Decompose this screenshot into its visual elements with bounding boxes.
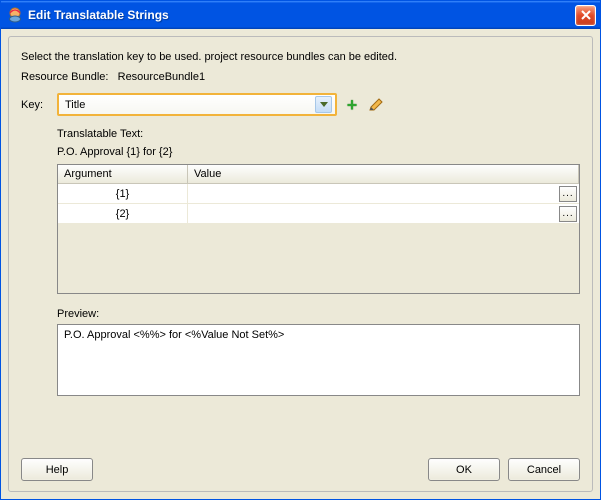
dialog-title: Edit Translatable Strings bbox=[28, 8, 575, 22]
edit-key-button[interactable] bbox=[367, 96, 385, 114]
preview-text: P.O. Approval <%%> for <%Value Not Set%> bbox=[64, 329, 284, 341]
cell-argument: {2} bbox=[58, 204, 188, 223]
help-button[interactable]: Help bbox=[21, 458, 93, 481]
key-dropdown-value: Title bbox=[65, 99, 85, 111]
column-header-value[interactable]: Value bbox=[188, 165, 579, 183]
table-row[interactable]: {1} ... bbox=[58, 184, 579, 204]
translatable-text-value: P.O. Approval {1} for {2} bbox=[57, 146, 580, 158]
preview-box: P.O. Approval <%%> for <%Value Not Set%> bbox=[57, 324, 580, 396]
cell-argument: {1} bbox=[58, 184, 188, 203]
table-row[interactable]: {2} ... bbox=[58, 204, 579, 224]
key-dropdown[interactable]: Title bbox=[57, 93, 337, 116]
cell-value[interactable]: ... bbox=[188, 204, 579, 223]
resource-bundle-value: ResourceBundle1 bbox=[118, 71, 205, 83]
help-button-label: Help bbox=[46, 464, 69, 476]
ok-button-label: OK bbox=[456, 464, 472, 476]
add-key-button[interactable]: + bbox=[343, 96, 361, 114]
value-browse-button[interactable]: ... bbox=[559, 206, 577, 222]
key-row: Key: Title + bbox=[21, 93, 580, 116]
cancel-button-label: Cancel bbox=[527, 464, 561, 476]
button-bar: Help OK Cancel bbox=[21, 458, 580, 481]
table-header: Argument Value bbox=[58, 165, 579, 184]
title-bar: Edit Translatable Strings bbox=[1, 1, 600, 29]
content-area: Select the translation key to be used. p… bbox=[1, 29, 600, 499]
instruction-text: Select the translation key to be used. p… bbox=[21, 51, 580, 63]
plus-icon: + bbox=[347, 99, 358, 111]
key-label: Key: bbox=[21, 99, 51, 111]
translatable-text-label: Translatable Text: bbox=[57, 128, 580, 140]
resource-bundle-label: Resource Bundle: bbox=[21, 71, 108, 83]
chevron-down-icon bbox=[315, 96, 332, 113]
ok-button[interactable]: OK bbox=[428, 458, 500, 481]
arguments-table: Argument Value {1} ... {2} ... bbox=[57, 164, 580, 294]
dialog-window: Edit Translatable Strings Select the tra… bbox=[0, 0, 601, 500]
resource-bundle-row: Resource Bundle: ResourceBundle1 bbox=[21, 71, 580, 83]
main-panel: Select the translation key to be used. p… bbox=[8, 36, 593, 492]
pencil-icon bbox=[368, 97, 384, 113]
column-header-argument[interactable]: Argument bbox=[58, 165, 188, 183]
cell-value[interactable]: ... bbox=[188, 184, 579, 203]
close-button[interactable] bbox=[575, 5, 596, 26]
ellipsis-icon: ... bbox=[562, 188, 573, 199]
cancel-button[interactable]: Cancel bbox=[508, 458, 580, 481]
app-icon bbox=[7, 7, 23, 23]
value-browse-button[interactable]: ... bbox=[559, 186, 577, 202]
ellipsis-icon: ... bbox=[562, 208, 573, 219]
preview-label: Preview: bbox=[57, 308, 580, 320]
translatable-section: Translatable Text: P.O. Approval {1} for… bbox=[57, 128, 580, 396]
